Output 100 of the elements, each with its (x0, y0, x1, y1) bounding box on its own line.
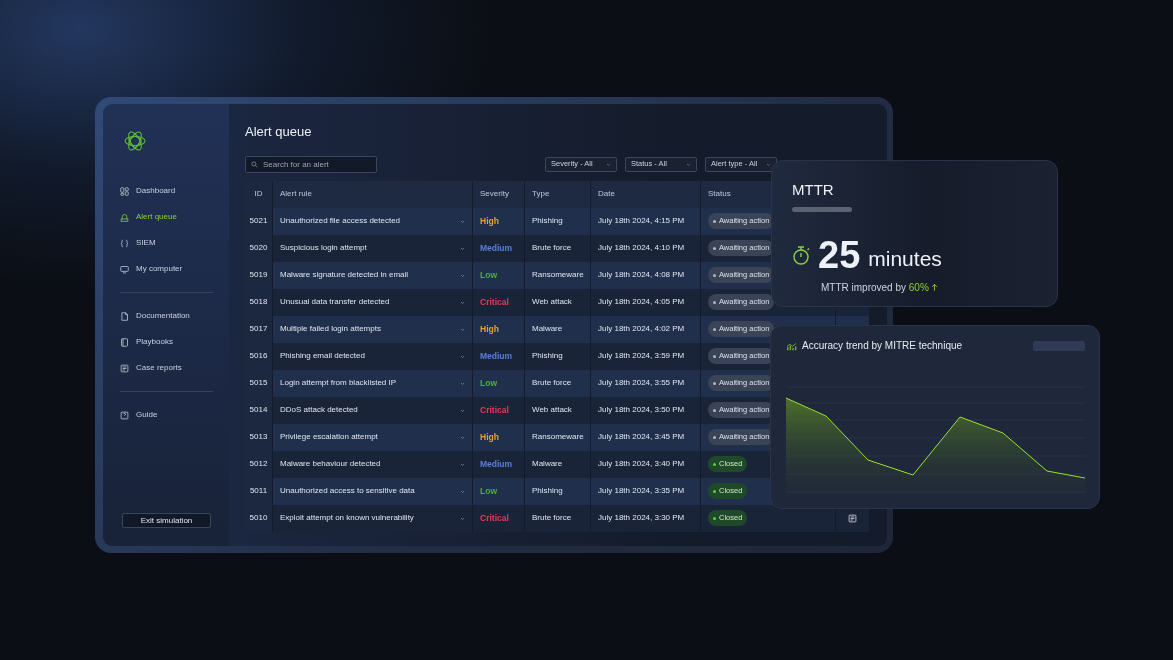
chevron-down-icon[interactable] (460, 434, 465, 440)
id-cell: 5018 (249, 296, 268, 309)
alert-rule-cell: Malware signature detected in email (280, 269, 409, 282)
chevron-down-icon[interactable] (460, 488, 465, 494)
id-cell: 5017 (249, 323, 268, 336)
sidebar-item[interactable]: Alert queue (120, 204, 213, 230)
date-cell: July 18th 2024, 4:15 PM (598, 215, 685, 228)
type-cell: Phishing (532, 350, 563, 363)
help-icon (120, 410, 129, 420)
improvement-text: MTTR improved by 60% (821, 281, 929, 295)
placeholder-bar (1033, 341, 1085, 351)
type-cell: Brute force (532, 242, 572, 255)
chevron-down-icon (766, 161, 771, 167)
severity-cell: Medium (480, 241, 513, 255)
alert-rule-cell: Unauthorized access to sensitive data (280, 485, 415, 498)
sidebar-item[interactable]: Guide (120, 402, 213, 428)
date-cell: July 18th 2024, 3:50 PM (598, 404, 685, 417)
chevron-down-icon (686, 161, 691, 167)
id-cell: 5021 (249, 215, 268, 228)
type-cell: Web attack (532, 296, 572, 309)
column-header: Type (532, 188, 550, 201)
severity-cell: Low (480, 484, 497, 498)
column-header: Severity (480, 188, 509, 201)
metric-value: 25 (818, 236, 861, 274)
alert-rule-cell: Phishing email detected (280, 350, 365, 363)
date-cell: July 18th 2024, 4:08 PM (598, 269, 685, 282)
alert-rule-cell: Malware behaviour detected (280, 458, 381, 471)
type-cell: Malware (532, 458, 563, 471)
sidebar-item[interactable]: Playbooks (120, 329, 213, 355)
alert-rule-cell: Login attempt from blacklisted IP (280, 377, 397, 390)
chevron-down-icon[interactable] (460, 461, 465, 467)
severity-cell: High (480, 430, 499, 444)
type-cell: Brute force (532, 512, 572, 525)
id-cell: 5013 (249, 431, 268, 444)
type-cell: Ransomeware (532, 269, 584, 282)
chevron-down-icon[interactable] (460, 245, 465, 251)
column-header: Date (598, 188, 615, 201)
chevron-down-icon[interactable] (460, 353, 465, 359)
severity-cell: High (480, 322, 499, 336)
arrow-up-icon (930, 283, 938, 292)
book-icon (120, 337, 129, 347)
severity-cell: Medium (480, 349, 513, 363)
logo-icon (122, 130, 148, 152)
type-cell: Malware (532, 323, 563, 336)
date-cell: July 18th 2024, 4:05 PM (598, 296, 685, 309)
date-cell: July 18th 2024, 3:30 PM (598, 512, 685, 525)
sidebar-item[interactable]: Documentation (120, 303, 213, 329)
monitor-icon (120, 264, 129, 274)
date-cell: July 18th 2024, 3:45 PM (598, 431, 685, 444)
exit-button[interactable]: Exit simulation (122, 513, 211, 528)
type-cell: Web attack (532, 404, 572, 417)
column-header: Status (708, 188, 731, 201)
alert-rule-cell: Privilege escalation attempt (280, 431, 378, 444)
severity-cell: Critical (480, 295, 509, 309)
column-header: ID (254, 188, 263, 201)
id-cell: 5019 (249, 269, 268, 282)
metric-unit: minutes (868, 245, 942, 272)
chevron-down-icon (606, 161, 611, 167)
alert-rule-cell: DDoS attack detected (280, 404, 358, 417)
card-title: MTTR (792, 181, 835, 199)
type-cell: Brute force (532, 377, 572, 390)
date-cell: July 18th 2024, 4:10 PM (598, 242, 685, 255)
id-cell: 5012 (249, 458, 268, 471)
id-cell: 5020 (249, 242, 268, 255)
sidebar-item[interactable]: My computer (120, 256, 213, 282)
severity-cell: Critical (480, 403, 509, 417)
alert-rule-cell: Exploit attempt on known vulnerability (280, 512, 414, 525)
date-cell: July 18th 2024, 3:35 PM (598, 485, 685, 498)
id-cell: 5011 (249, 485, 268, 498)
id-cell: 5015 (249, 377, 268, 390)
type-cell: Phishing (532, 215, 563, 228)
severity-cell: Medium (480, 457, 513, 471)
date-cell: July 18th 2024, 3:55 PM (598, 377, 685, 390)
chevron-down-icon[interactable] (460, 515, 465, 521)
stopwatch-icon (792, 245, 810, 265)
report-icon (120, 363, 129, 373)
dashboard-icon (120, 186, 129, 196)
report-icon[interactable] (848, 513, 857, 523)
chevron-down-icon[interactable] (460, 299, 465, 305)
severity-cell: Critical (480, 511, 509, 525)
page-title: Alert queue (245, 124, 313, 140)
date-cell: July 18th 2024, 3:59 PM (598, 350, 685, 363)
sidebar-item[interactable]: SIEM (120, 230, 213, 256)
chevron-down-icon[interactable] (460, 272, 465, 278)
chevron-down-icon[interactable] (460, 407, 465, 413)
chevron-down-icon[interactable] (460, 326, 465, 332)
alert-rule-cell: Multiple failed login attempts (280, 323, 381, 336)
column-header: Alert rule (280, 188, 312, 201)
chevron-down-icon[interactable] (460, 380, 465, 386)
sidebar-item[interactable]: Dashboard (120, 178, 213, 204)
placeholder-bar (792, 207, 852, 212)
severity-cell: High (480, 214, 499, 228)
date-cell: July 18th 2024, 4:02 PM (598, 323, 685, 336)
chevron-down-icon[interactable] (460, 218, 465, 224)
id-cell: 5014 (249, 404, 268, 417)
sidebar-item[interactable]: Case reports (120, 355, 213, 381)
type-cell: Phishing (532, 485, 563, 498)
search-field[interactable]: Search for an alert (245, 155, 377, 173)
alert-rule-cell: Unauthorized file access detected (280, 215, 401, 228)
alert-rule-cell: Suspicious login attempt (280, 242, 367, 255)
